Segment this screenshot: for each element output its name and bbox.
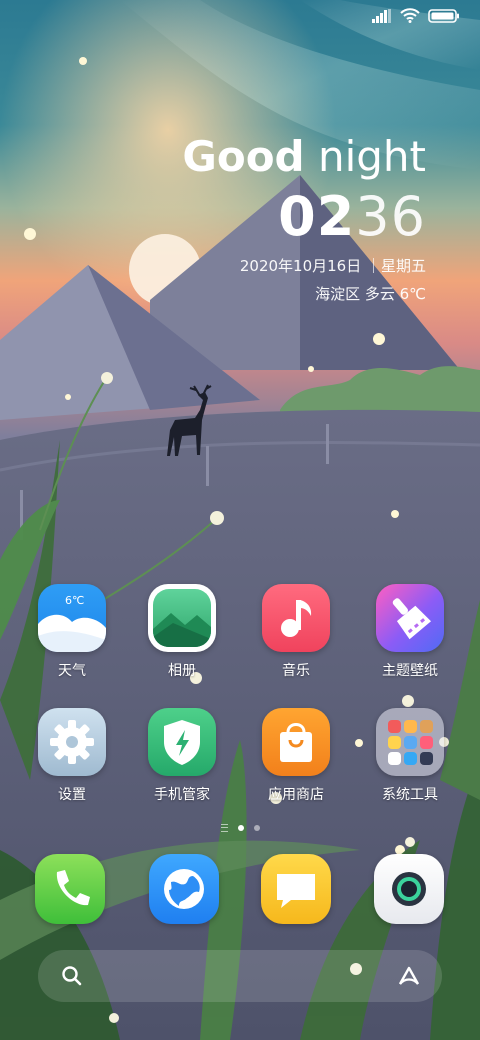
app-label-settings: 设置: [58, 787, 86, 803]
dock-phone[interactable]: [20, 854, 120, 924]
search-icon[interactable]: [60, 964, 84, 988]
weather-text: 海淀区 多云 6℃: [315, 285, 426, 303]
app-store[interactable]: 应用商店: [246, 708, 346, 804]
search-bar[interactable]: [38, 950, 442, 1002]
time-minutes: 36: [355, 185, 426, 248]
messages-icon: [261, 854, 331, 924]
date-text: 2020年10月16日 ｜星期五: [239, 257, 426, 275]
time-hours: 02: [278, 185, 356, 248]
app-label-weather: 天气: [58, 663, 86, 679]
clock-widget[interactable]: Good night 0236 2020年10月16日 ｜星期五 海淀区 多云 …: [182, 132, 426, 306]
assistant-icon[interactable]: [396, 964, 422, 988]
app-settings[interactable]: 设置: [22, 708, 122, 804]
page-indicator-feed-icon: [220, 824, 228, 832]
page-dot: [253, 825, 260, 831]
dock-browser[interactable]: [134, 854, 234, 924]
status-bar: [372, 8, 460, 23]
greeting: Good night: [182, 132, 426, 182]
security-icon: [148, 708, 216, 776]
app-music[interactable]: 音乐: [246, 584, 346, 680]
signal-icon: [372, 8, 391, 23]
folder-label-system-tools: 系统工具: [382, 787, 438, 803]
settings-icon: [38, 708, 106, 776]
app-label-themes: 主题壁纸: [382, 663, 438, 679]
app-label-security: 手机管家: [154, 787, 210, 803]
browser-icon: [149, 854, 219, 924]
music-icon: [262, 584, 330, 652]
themes-icon: [376, 584, 444, 652]
phone-icon: [35, 854, 105, 924]
folder-system-tools[interactable]: 系统工具: [360, 708, 460, 804]
greeting-bold: Good: [182, 132, 305, 181]
home-screen: Good night 0236 2020年10月16日 ｜星期五 海淀区 多云 …: [0, 0, 480, 1040]
wifi-icon: [400, 8, 420, 23]
system-tools-folder-icon: [376, 708, 444, 776]
app-weather[interactable]: 6℃ 天气: [22, 584, 122, 680]
greeting-rest: night: [304, 132, 426, 181]
camera-icon: [374, 854, 444, 924]
app-label-store: 应用商店: [268, 787, 324, 803]
app-store-icon: [262, 708, 330, 776]
weather-icon: 6℃: [38, 584, 106, 652]
page-dot-active: [237, 825, 244, 831]
page-indicator[interactable]: [0, 824, 480, 832]
app-security[interactable]: 手机管家: [132, 708, 232, 804]
battery-icon: [428, 8, 459, 23]
time-display: 0236: [182, 186, 426, 248]
dock-camera[interactable]: [359, 854, 459, 924]
gallery-icon: [148, 584, 216, 652]
app-themes[interactable]: 主题壁纸: [360, 584, 460, 680]
app-label-gallery: 相册: [168, 663, 196, 679]
app-gallery[interactable]: 相册: [132, 584, 232, 680]
dock-messages[interactable]: [246, 854, 346, 924]
app-label-music: 音乐: [282, 663, 310, 679]
